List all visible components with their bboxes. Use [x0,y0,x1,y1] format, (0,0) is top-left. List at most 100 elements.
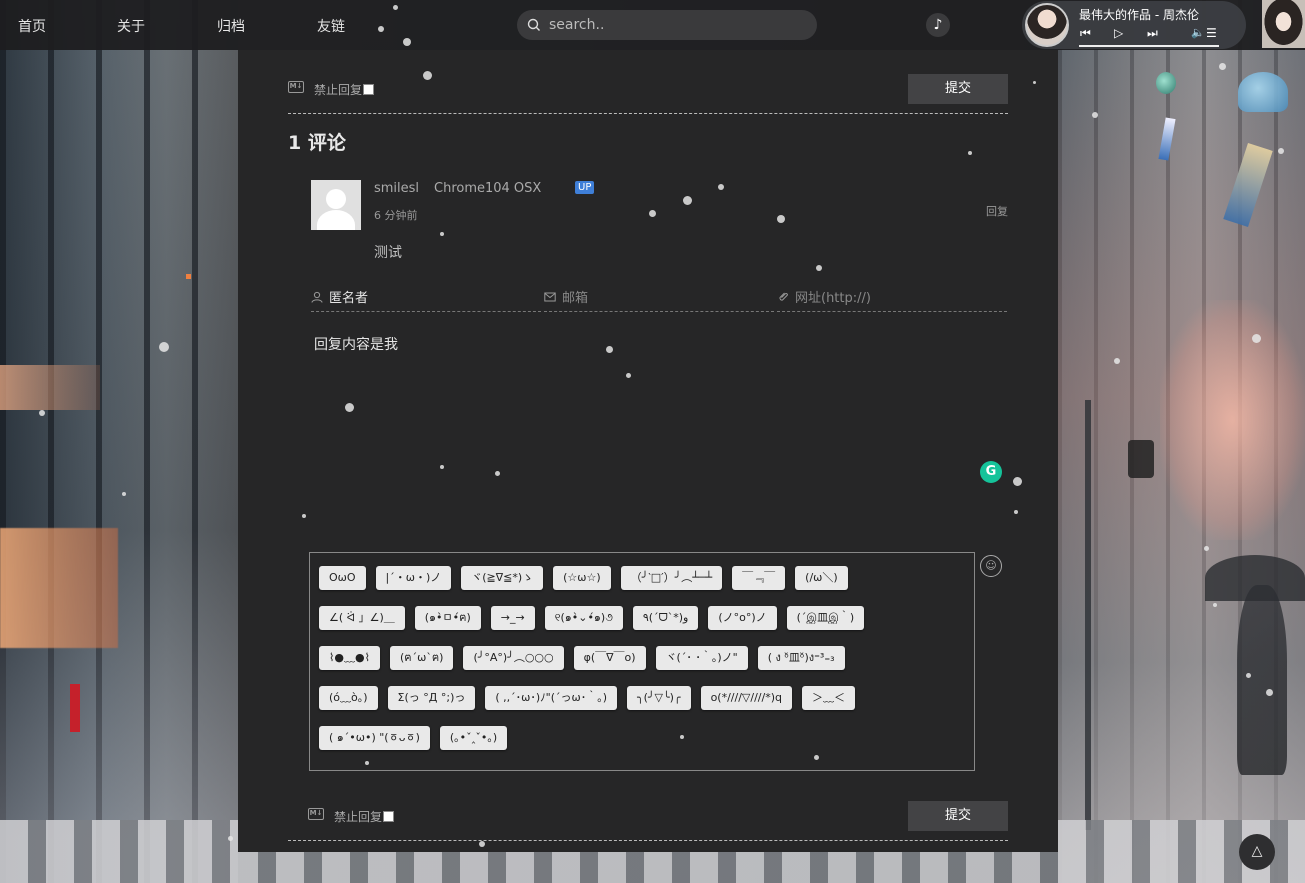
emoji-button[interactable]: ∠( ᐛ 」∠)＿ [319,606,405,630]
snowflake [422,70,432,80]
emoji-button[interactable]: ＞﹏＜ [801,686,855,710]
emoji-button[interactable]: (ó﹏ò｡) [319,686,378,710]
no-reply-label: 禁止回复 [334,810,383,824]
snowflake [1218,62,1226,70]
background-red-sign [70,684,80,732]
no-reply-checkbox[interactable] [383,811,395,822]
snowflake [1032,80,1036,84]
snowflake [1213,603,1217,607]
emoji-button[interactable]: (ノ°ο°)ノ [708,606,777,630]
emoji-row: ⌇●﹏●⌇ (ฅ´ω`ฅ) (╯°A°)╯︵○○○ φ(￣∇￣o) ヾ(´･ ･｀｡)ノ… [319,646,974,670]
divider [288,840,1008,841]
emoji-button[interactable]: ￣﹃￣ [732,566,786,590]
song-title: 最伟大的作品 - 周杰伦 [1079,8,1199,22]
emoji-button[interactable]: Σ(っ °Д °;)っ [387,686,476,710]
reply-button[interactable]: 回复 [986,203,1008,219]
avatar [311,180,361,230]
nav-friends[interactable]: 友链 [317,16,345,36]
snowflake [1012,476,1022,486]
emoji-button[interactable]: φ(￣∇￣o) [573,646,646,670]
comment-item: smilesl Chrome104 OSX UP 6 分钟前 回复 测试 [311,178,1008,268]
music-toggle[interactable]: ♪ [924,11,1008,39]
emoji-button[interactable]: (´இ皿இ｀) [786,606,865,630]
emoji-button[interactable]: （╯‵□′）╯︵┴─┴ [620,566,723,590]
snowflake [605,345,613,353]
back-to-top-button[interactable]: △ [1239,834,1275,870]
background-glow [1160,300,1305,540]
emoji-button[interactable]: (｡•ˇ‸ˇ•｡) [439,726,508,750]
emoji-button[interactable]: OωO [319,566,366,590]
emoji-row: ∠( ᐛ 」∠)＿ (๑•̀ㅁ•́ฅ) →_→ ୧(๑•̀⌄•́๑)૭ ٩(ˊᗜˋ*)و… [319,606,974,630]
snowflake [479,841,485,847]
no-reply-checkbox[interactable] [363,84,375,95]
emoji-icon[interactable]: ☺ [980,555,1002,577]
snowflake [122,492,126,496]
music-note-icon[interactable]: ♪ [926,13,950,37]
emoji-row: ( ๑´•ω•) "(ㆆᴗㆆ) (｡•ˇ‸ˇ•｡) [319,726,974,750]
next-icon[interactable]: ⏭ [1147,26,1158,41]
snowflake [403,38,411,46]
comment-user-agent: Chrome104 OSX [434,181,542,196]
comment-count-title: 1 评论 [288,132,346,154]
emoji-button[interactable]: (ฅ´ω`ฅ) [389,646,454,670]
emoji-button[interactable]: (๑•̀ㅁ•́ฅ) [414,606,481,630]
comment-panel: M↓ 禁止回复 提交 1 评论 smilesl Chrome104 OSX UP… [238,50,1058,852]
comment-nick[interactable]: smilesl [374,181,419,196]
comment-time: 6 分钟前 [374,209,418,222]
nav-archive[interactable]: 归档 [217,16,245,36]
snowflake [718,184,724,190]
no-reply-label: 禁止回复 [314,83,363,97]
submit-button[interactable]: 提交 [908,74,1008,104]
emoji-button[interactable]: ( ง ᵒ̌皿ᵒ̌)ง⁼³₌₃ [757,646,845,670]
emoji-button[interactable]: →_→ [490,606,535,630]
snowflake [816,265,822,271]
background-left-city [0,0,238,883]
snowflake [440,232,444,236]
progress-bar[interactable] [1079,45,1219,47]
no-reply-option[interactable]: 禁止回复 [334,808,395,825]
emoji-button[interactable]: ⌇●﹏●⌇ [319,646,380,670]
emoji-button[interactable]: ヾ(´･ ･｀｡)ノ" [655,646,748,670]
nav-about[interactable]: 关于 [117,16,145,36]
reply-textarea[interactable]: 回复内容是我 [311,328,1018,503]
play-icon[interactable]: ▷ [1114,26,1123,40]
emoji-button[interactable]: ( ,,´･ω･)ﾉ"(´っω･｀｡) [485,686,618,710]
markdown-icon[interactable]: M↓ [288,81,304,93]
emoji-button[interactable]: ヾ(≧∇≦*)ゝ [461,566,544,590]
author-badge: UP [575,181,595,194]
snowflake [1278,148,1284,154]
search-icon [527,18,540,31]
mail-icon [544,292,556,301]
site-avatar[interactable] [1262,0,1305,48]
url-field[interactable]: 网址(http://) [777,282,1007,312]
album-cover[interactable] [1025,3,1069,47]
grammarly-icon[interactable]: G [980,461,1002,483]
volume-icon[interactable]: 🔈 [1191,26,1205,39]
emoji-row: (ó﹏ò｡) Σ(っ °Д °;)っ ( ,,´･ω･)ﾉ"(´っω･｀｡) ╮(╯▽… [319,686,974,710]
emoji-button[interactable]: (☆ω☆) [553,566,611,590]
top-nav-bar: 首页 关于 归档 友链 ♪ 最伟大的作品 - 周杰伦 ⏮ ▷ ⏭ 🔈 ☰ [0,0,1305,50]
emoji-button[interactable]: ٩(ˊᗜˋ*)و [632,606,699,630]
emoji-button[interactable]: ╮(╯▽╰)╭ [627,686,691,710]
snowflake [680,735,684,739]
no-reply-option[interactable]: 禁止回复 [314,81,375,98]
snowflake [440,465,444,469]
search-input[interactable] [549,17,799,33]
snowflake [39,410,45,416]
search-box[interactable] [517,10,817,40]
previous-icon[interactable]: ⏮ [1080,26,1091,41]
markdown-icon[interactable]: M↓ [308,808,324,820]
comment-text: 测试 [374,245,402,261]
name-field[interactable]: 匿名者 [311,282,541,312]
playlist-icon[interactable]: ☰ [1206,26,1217,40]
emoji-button[interactable]: (/ω＼) [795,566,848,590]
emoji-button[interactable]: ( ๑´•ω•) "(ㆆᴗㆆ) [319,726,430,750]
emoji-button[interactable]: o(*////▽////*)q [700,686,792,710]
emoji-button[interactable]: |´・ω・)ノ [375,566,452,590]
emoji-button[interactable]: (╯°A°)╯︵○○○ [463,646,564,670]
submit-button[interactable]: 提交 [908,801,1008,831]
emoji-button[interactable]: ୧(๑•̀⌄•́๑)૭ [544,606,623,630]
email-field[interactable]: 邮箱 [544,282,774,312]
emoji-picker: OωO |´・ω・)ノ ヾ(≧∇≦*)ゝ (☆ω☆) （╯‵□′）╯︵┴─┴ ￣﹃￣ (/ω… [309,552,975,771]
nav-home[interactable]: 首页 [18,16,46,36]
